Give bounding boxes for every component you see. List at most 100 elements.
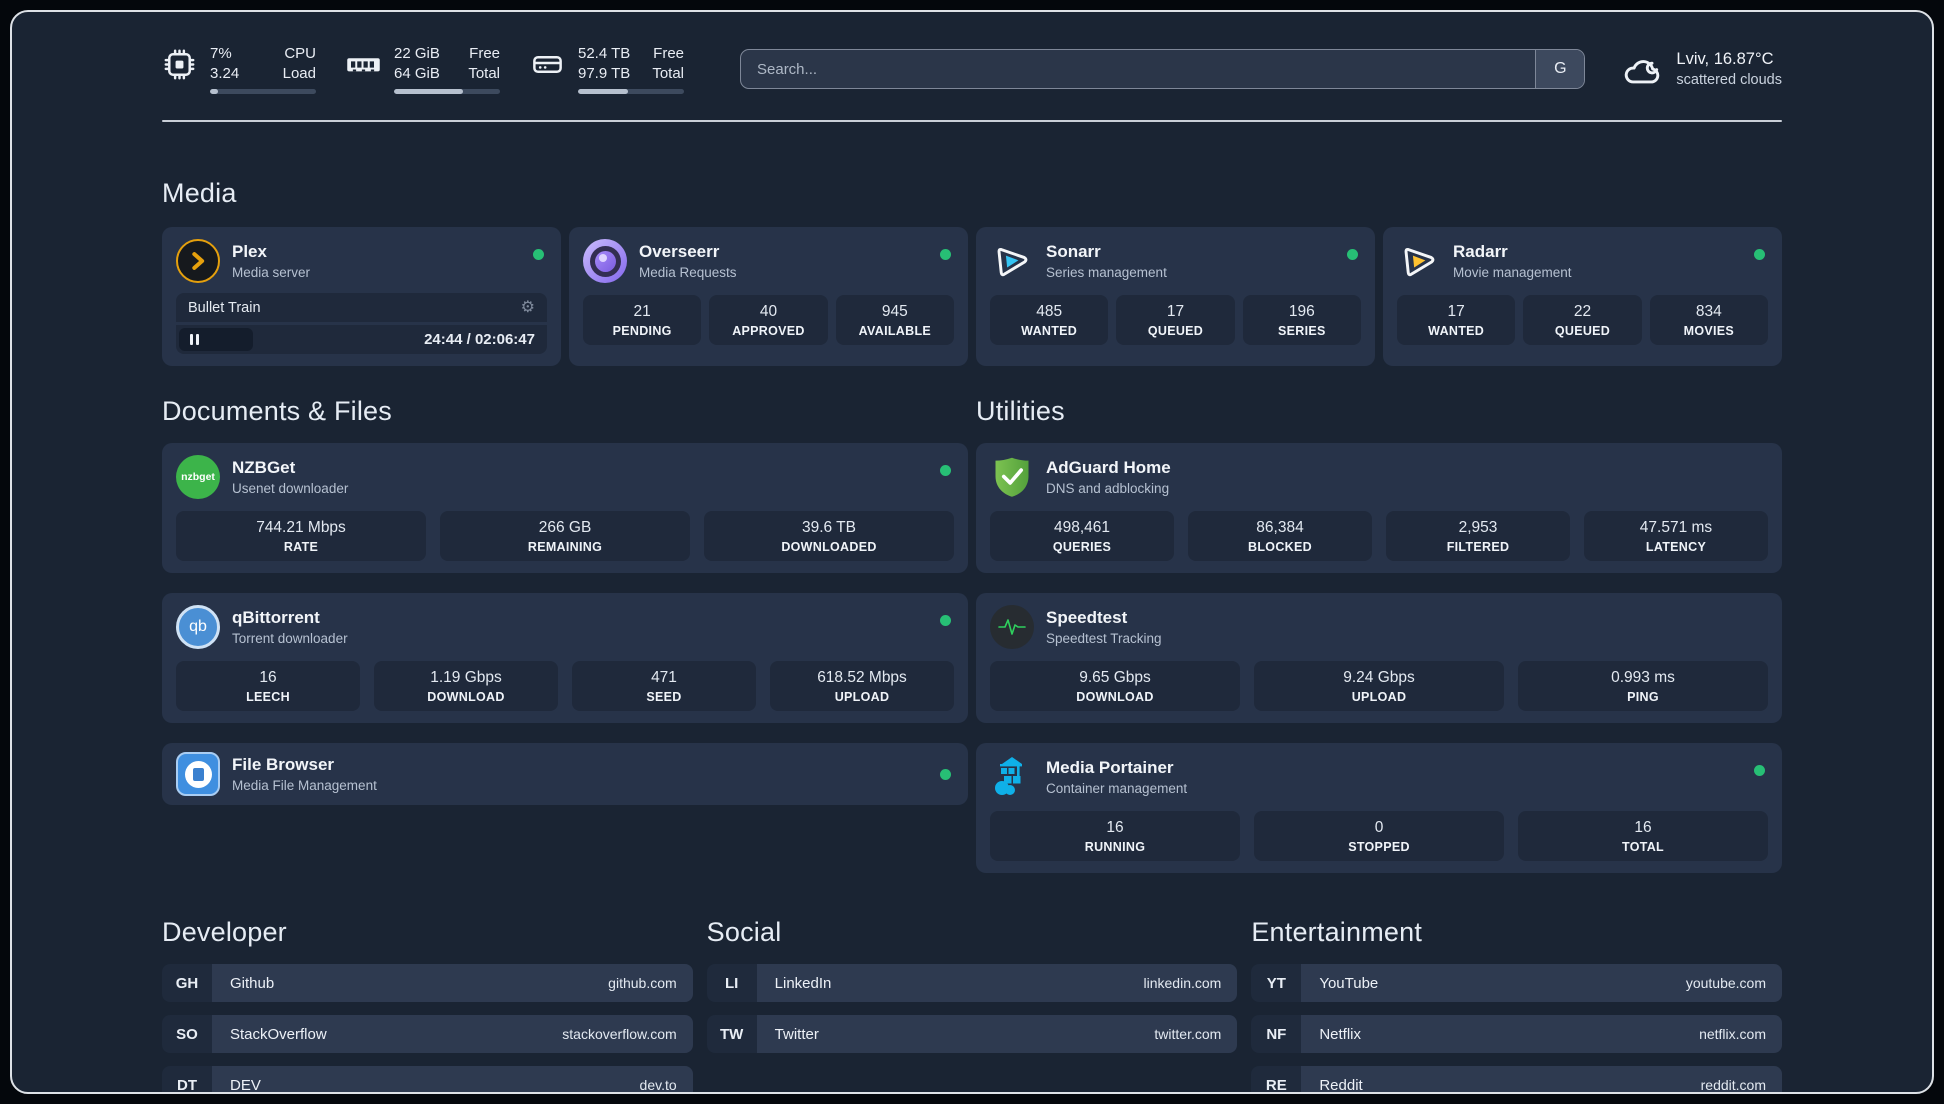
bookmark-youtube[interactable]: YT YouTube youtube.com (1251, 964, 1782, 1002)
app-name: File Browser (232, 754, 335, 774)
hard-drive-icon (530, 47, 565, 82)
cpu-usage-label: CPU (284, 45, 316, 62)
bookmark-url: netflix.com (1699, 1026, 1766, 1042)
bookmark-name: LinkedIn (774, 974, 832, 992)
section-title-documents: Documents & Files (162, 396, 392, 426)
app-card-radarr[interactable]: Radarr Movie management 17 WANTED 22 QUE… (1383, 227, 1782, 366)
cpu-stat-widget: 7% 3.24 CPU Load (162, 44, 316, 94)
app-card-speedtest[interactable]: Speedtest Speedtest Tracking 9.65 Gbps D… (976, 593, 1782, 723)
app-name: Sonarr (1046, 241, 1101, 261)
section-title-media: Media (162, 178, 237, 208)
stat-approved: 40 APPROVED (709, 295, 828, 345)
app-card-qbittorrent[interactable]: qb qBittorrent Torrent downloader 16 LEE… (162, 593, 968, 723)
app-card-nzbget[interactable]: nzbget NZBGet Usenet downloader 744.21 M… (162, 443, 968, 573)
section-title-social: Social (706, 917, 782, 947)
status-dot (1754, 249, 1765, 260)
bookmark-abbr: SO (162, 1015, 212, 1053)
storage-total-value: 97.9 TB (578, 64, 631, 82)
bookmark-abbr: GH (162, 964, 212, 1002)
search-provider-button[interactable]: G (1535, 50, 1585, 88)
bookmark-name: Github (230, 974, 275, 992)
stat-ping: 0.993 ms PING (1518, 661, 1768, 711)
playback-progress-bar: 24:44 / 02:06:47 (176, 325, 547, 354)
app-name: Media Portainer (1046, 757, 1174, 777)
search-input[interactable] (741, 50, 1536, 88)
bookmark-netflix[interactable]: NF Netflix netflix.com (1251, 1015, 1782, 1053)
adguard-logo-icon (990, 455, 1034, 499)
qbittorrent-logo-icon: qb (176, 605, 220, 649)
bookmark-url: youtube.com (1685, 975, 1766, 991)
app-subtitle: Torrent downloader (232, 631, 348, 647)
top-bar: 7% 3.24 CPU Load 22 GiB 64 GiB Free Tota… (162, 44, 1782, 94)
app-card-plex[interactable]: Plex Media server Bullet Train ⚙ 24:44 /… (162, 227, 561, 366)
status-dot (533, 249, 544, 260)
sonarr-logo-icon (990, 239, 1034, 283)
memory-total-label: Total (468, 64, 500, 82)
bookmark-abbr: DT (162, 1066, 212, 1092)
section-title-developer: Developer (162, 917, 287, 947)
bookmark-name: Twitter (774, 1025, 819, 1043)
now-playing-title: Bullet Train (188, 299, 261, 316)
app-subtitle: Usenet downloader (232, 481, 349, 497)
bookmark-github[interactable]: GH Github github.com (162, 964, 693, 1002)
status-dot (940, 465, 951, 476)
app-subtitle: Series management (1046, 265, 1167, 281)
bookmark-dev[interactable]: DT DEV dev.to (162, 1066, 693, 1092)
status-dot (1347, 249, 1358, 260)
nzbget-logo-text: nzbget (181, 471, 215, 483)
bookmark-url: stackoverflow.com (562, 1026, 677, 1042)
app-name: AdGuard Home (1046, 457, 1171, 477)
app-subtitle: Media server (232, 265, 311, 281)
dashboard-window: 7% 3.24 CPU Load 22 GiB 64 GiB Free Tota… (10, 10, 1934, 1094)
stat-latency: 47.571 ms LATENCY (1584, 511, 1768, 561)
status-dot (1754, 765, 1765, 776)
storage-total-label: Total (652, 64, 684, 82)
status-dot (940, 769, 951, 780)
memory-icon (346, 47, 381, 82)
bookmark-stackoverflow[interactable]: SO StackOverflow stackoverflow.com (162, 1015, 693, 1053)
app-name: Plex (232, 241, 267, 261)
bookmark-url: twitter.com (1154, 1026, 1222, 1042)
bookmark-name: Netflix (1319, 1025, 1362, 1043)
pause-button[interactable] (190, 334, 199, 345)
app-card-filebrowser[interactable]: File Browser Media File Management (162, 743, 968, 805)
transcode-gear-icon: ⚙ (520, 298, 535, 316)
bookmark-abbr: LI (706, 964, 757, 1002)
app-card-sonarr[interactable]: Sonarr Series management 485 WANTED 17 Q… (976, 227, 1375, 366)
app-card-overseerr[interactable]: Overseerr Media Requests 21 PENDING 40 A… (569, 227, 968, 366)
stat-pending: 21 PENDING (583, 295, 702, 345)
portainer-logo-icon (990, 755, 1034, 799)
cpu-progress-bar (210, 89, 316, 94)
stat-total: 16 TOTAL (1518, 811, 1768, 861)
stat-queued: 22 QUEUED (1523, 295, 1642, 345)
plex-logo-icon (176, 239, 220, 283)
bookmark-abbr: YT (1251, 964, 1302, 1002)
bookmark-abbr: TW (706, 1015, 757, 1053)
app-subtitle: Media Requests (639, 265, 737, 281)
storage-stat-widget: 52.4 TB 97.9 TB Free Total (530, 44, 684, 94)
storage-free-value: 52.4 TB (578, 45, 631, 62)
stat-remaining: 266 GB REMAINING (440, 511, 690, 561)
cpu-icon (162, 47, 197, 82)
stat-movies: 834 MOVIES (1649, 295, 1768, 345)
speedtest-logo-icon (990, 605, 1034, 649)
status-dot (940, 615, 951, 626)
bookmark-linkedin[interactable]: LI LinkedIn linkedin.com (706, 964, 1238, 1002)
bookmark-reddit[interactable]: RE Reddit reddit.com (1251, 1066, 1782, 1092)
section-title-entertainment: Entertainment (1251, 917, 1423, 947)
memory-free-label: Free (469, 45, 500, 62)
storage-progress-bar (578, 89, 684, 94)
stat-upload: 618.52 Mbps UPLOAD (770, 661, 954, 711)
cloud-icon (1621, 50, 1663, 88)
bookmark-twitter[interactable]: TW Twitter twitter.com (706, 1015, 1238, 1053)
topbar-divider (162, 120, 1782, 122)
stat-wanted: 17 WANTED (1397, 295, 1516, 345)
app-name: Overseerr (639, 241, 720, 261)
bookmark-name: StackOverflow (230, 1025, 327, 1043)
stat-queries: 498,461 QUERIES (990, 511, 1174, 561)
app-card-adguard[interactable]: AdGuard Home DNS and adblocking 498,461 … (976, 443, 1782, 573)
app-card-portainer[interactable]: Media Portainer Container management 16 … (976, 743, 1782, 873)
filebrowser-logo-icon (176, 752, 220, 796)
storage-free-label: Free (653, 45, 684, 62)
status-dot (940, 249, 951, 260)
